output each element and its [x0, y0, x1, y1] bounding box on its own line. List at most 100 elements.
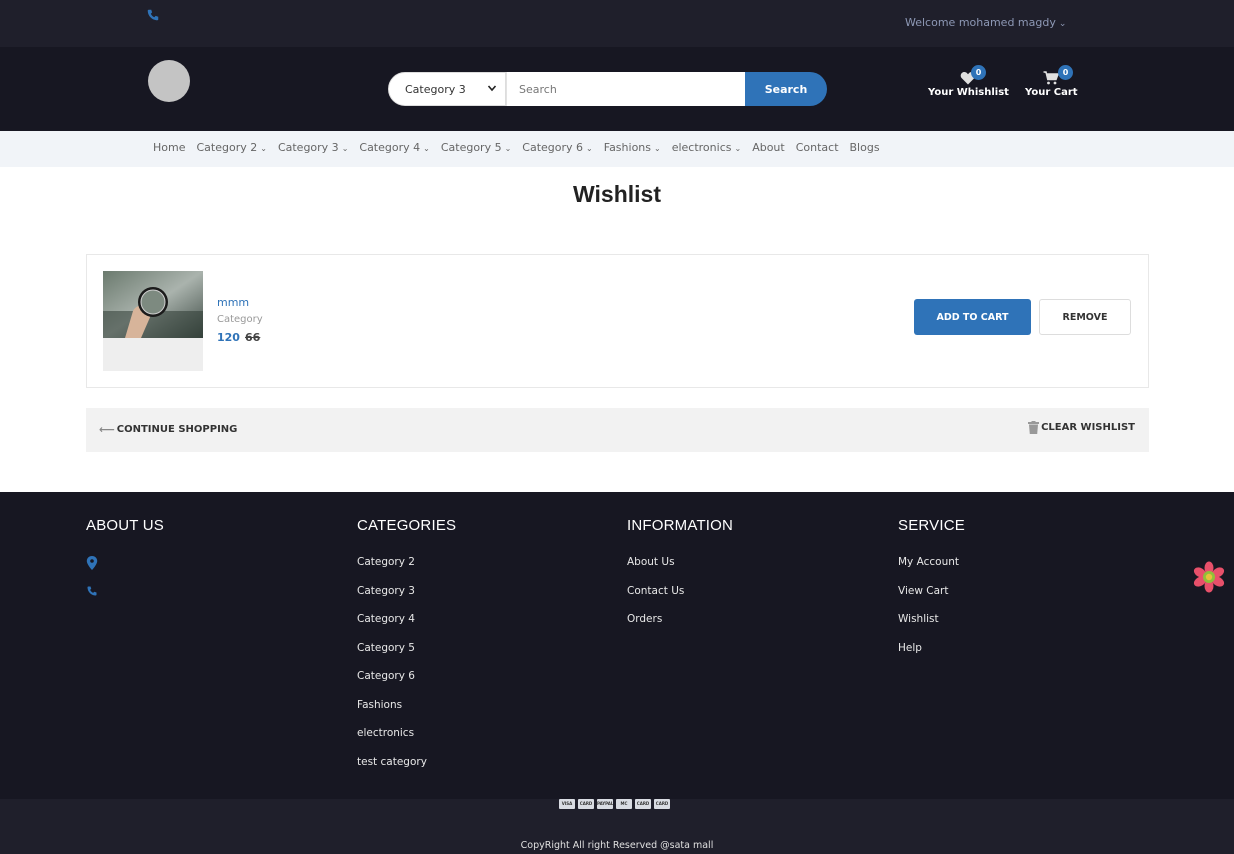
cart-link[interactable]: 0 Your Cart	[1025, 65, 1078, 98]
arrow-left-icon: ⟵	[99, 423, 115, 436]
wishlist-label: Your Whishlist	[928, 87, 1009, 98]
wishlist-link[interactable]: 0 Your Whishlist	[928, 65, 1009, 98]
payment-card-icon: CARD	[635, 799, 651, 809]
chevron-down-icon	[487, 85, 497, 92]
nav-item-blogs[interactable]: Blogs	[850, 141, 880, 154]
payment-card-icon: MC	[616, 799, 632, 809]
search-bar: Category 3 Search	[388, 72, 827, 106]
cart-count-badge: 0	[1058, 65, 1073, 80]
clear-wishlist-label: CLEAR WISHLIST	[1041, 422, 1135, 433]
footer-service-link[interactable]: Help	[898, 642, 965, 671]
site-logo[interactable]	[148, 60, 190, 102]
footer-information-link[interactable]: Contact Us	[627, 585, 733, 614]
footer-service-link[interactable]: My Account	[898, 556, 965, 585]
nav-item-label: Contact	[795, 141, 839, 154]
nav-list: Home Category 2 ⌄ Category 3 ⌄ Category 4 ⌄ Cat…	[153, 141, 880, 154]
nav-item-label: Blogs	[849, 141, 880, 154]
phone-icon	[87, 586, 97, 596]
nav-item-category-3[interactable]: Category 3 ⌄	[278, 141, 348, 154]
remove-button[interactable]: REMOVE	[1039, 299, 1131, 335]
page-title: Wishlist	[573, 181, 661, 207]
cart-label: Your Cart	[1025, 87, 1078, 98]
nav-item-label: Fashions	[603, 141, 651, 154]
header: Category 3 Search 0 Your Whishlist 0 You…	[0, 47, 1234, 131]
footer-category-link[interactable]: Category 3	[357, 585, 456, 614]
footer-categories-list: Category 2 Category 3 Category 4 Category 5…	[357, 556, 456, 784]
payment-card-icon: VISA	[559, 799, 575, 809]
chevron-down-icon: ⌄	[734, 144, 742, 153]
chevron-down-icon: ⌄	[586, 144, 593, 153]
add-to-cart-button[interactable]: ADD TO CART	[914, 299, 1031, 335]
nav-item-label: Category 3	[277, 141, 339, 154]
footer: ABOUT US CATEGORIES Category 2 Category 3…	[0, 492, 1234, 799]
footer-category-link[interactable]: test category	[357, 756, 456, 785]
top-bar: Welcome mohamed magdy ⌄	[0, 0, 1234, 47]
chevron-down-icon: ⌄	[260, 144, 267, 153]
nav-item-label: Category 4	[359, 141, 421, 154]
map-pin-icon	[86, 556, 98, 570]
chevron-down-icon: ⌄	[341, 144, 349, 153]
footer-category-link[interactable]: Category 4	[357, 613, 456, 642]
product-price: 120	[217, 331, 240, 344]
nav-item-home[interactable]: Home	[153, 141, 185, 154]
footer-service-link[interactable]: Wishlist	[898, 613, 965, 642]
category-select[interactable]: Category 3	[388, 72, 506, 106]
main-nav: Home Category 2 ⌄ Category 3 ⌄ Category 4 ⌄ Cat…	[0, 131, 1234, 167]
search-input[interactable]	[506, 72, 745, 106]
payment-card-icon: CARD	[578, 799, 594, 809]
wishlist-count-badge: 0	[971, 65, 986, 80]
footer-service: SERVICE My Account View Cart Wishlist Help	[898, 517, 965, 670]
nav-item-category-2[interactable]: Category 2 ⌄	[196, 141, 266, 154]
nav-item-fashions[interactable]: Fashions ⌄	[604, 141, 661, 154]
phone-icon	[147, 9, 159, 21]
copyright: CopyRight All right Reserved @sata mall	[520, 840, 714, 851]
product-photo	[103, 271, 203, 371]
footer-information-link[interactable]: Orders	[627, 613, 733, 642]
nav-item-category-5[interactable]: Category 5 ⌄	[441, 141, 511, 154]
nav-item-category-4[interactable]: Category 4 ⌄	[359, 141, 429, 154]
nav-item-label: Category 6	[522, 141, 584, 154]
footer-information-link[interactable]: About Us	[627, 556, 733, 585]
footer-about: ABOUT US	[86, 517, 164, 612]
footer-information-list: About Us Contact Us Orders	[627, 556, 733, 642]
footer-service-title: SERVICE	[898, 517, 965, 534]
footer-about-title: ABOUT US	[86, 517, 165, 534]
continue-shopping-link[interactable]: ⟵ CONTINUE SHOPPING	[99, 423, 237, 436]
nav-item-category-6[interactable]: Category 6 ⌄	[522, 141, 592, 154]
product-image[interactable]	[103, 271, 203, 371]
bottom-bar: VISA CARD PAYPAL MC CARD CARD CopyRight All r…	[0, 799, 1234, 854]
search-button[interactable]: Search	[745, 72, 827, 106]
user-menu[interactable]: Welcome mohamed magdy ⌄	[905, 16, 1066, 29]
payment-methods: VISA CARD PAYPAL MC CARD CARD	[559, 799, 670, 809]
chevron-down-icon: ⌄	[423, 144, 430, 153]
footer-category-link[interactable]: Category 6	[357, 670, 456, 699]
chevron-down-icon: ⌄	[504, 144, 512, 153]
product-name[interactable]: mmm	[217, 296, 249, 309]
clear-wishlist-link[interactable]: CLEAR WISHLIST	[1028, 421, 1135, 434]
footer-information-title: INFORMATION	[627, 517, 734, 534]
footer-service-link[interactable]: View Cart	[898, 585, 965, 614]
product-category: Category	[217, 314, 263, 325]
payment-card-icon: CARD	[654, 799, 670, 809]
footer-category-link[interactable]: Category 5	[357, 642, 456, 671]
nav-item-label: Category 5	[440, 141, 502, 154]
nav-item-label: About	[752, 141, 785, 154]
nav-item-contact[interactable]: Contact	[796, 141, 839, 154]
flower-widget-icon[interactable]	[1193, 561, 1225, 593]
footer-information: INFORMATION About Us Contact Us Orders	[627, 517, 733, 642]
nav-item-label: Home	[153, 141, 186, 154]
chevron-down-icon: ⌄	[654, 144, 661, 153]
trash-icon	[1028, 421, 1040, 434]
payment-card-icon: PAYPAL	[597, 799, 613, 809]
footer-category-link[interactable]: Fashions	[357, 699, 456, 728]
footer-category-link[interactable]: electronics	[357, 727, 456, 756]
chevron-down-icon: ⌄	[1058, 19, 1067, 29]
continue-shopping-label: CONTINUE SHOPPING	[116, 424, 238, 435]
nav-item-about[interactable]: About	[752, 141, 785, 154]
footer-categories: CATEGORIES Category 2 Category 3 Category …	[357, 517, 456, 784]
nav-item-electronics[interactable]: electronics ⌄	[672, 141, 741, 154]
welcome-text: Welcome mohamed magdy	[905, 16, 1056, 29]
wishlist-item: mmm Category 120 66 ADD TO CART REMOVE	[86, 254, 1149, 388]
footer-category-link[interactable]: Category 2	[357, 556, 456, 585]
footer-categories-title: CATEGORIES	[357, 517, 457, 534]
